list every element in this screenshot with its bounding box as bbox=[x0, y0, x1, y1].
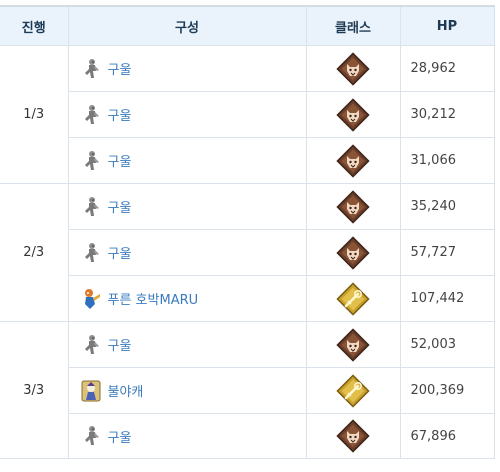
unit-name-link[interactable]: 불야캐 bbox=[108, 381, 144, 400]
wave-label: 1/3 bbox=[0, 45, 69, 184]
table-row: 2/3 구울 35,240 bbox=[0, 183, 495, 322]
ghoul-portrait-icon[interactable] bbox=[81, 104, 101, 126]
header-class: 클래스 bbox=[305, 6, 401, 46]
beast-class-icon bbox=[336, 328, 370, 362]
table-row: 1/3 구울 28,962 bbox=[0, 45, 495, 184]
header-wave: 진행 bbox=[0, 6, 69, 46]
ghoul-portrait-icon[interactable] bbox=[81, 242, 101, 264]
beast-class-icon bbox=[336, 190, 370, 224]
ghoul-portrait-icon[interactable] bbox=[81, 150, 101, 172]
table-row: 3/3 구울 52,003 bbox=[0, 321, 495, 459]
unit-hp: 31,066 bbox=[399, 137, 495, 184]
beast-class-icon bbox=[336, 52, 370, 86]
unit-hp: 28,962 bbox=[399, 45, 495, 92]
ghoul-portrait-icon[interactable] bbox=[81, 196, 101, 218]
table-row: 불야캐 200,369 bbox=[0, 367, 495, 414]
wave-label: 3/3 bbox=[0, 321, 69, 459]
unit-hp: 107,442 bbox=[399, 275, 495, 322]
beast-class-icon bbox=[336, 98, 370, 132]
table-row: 구울 31,066 bbox=[0, 137, 495, 184]
caster-class-icon bbox=[336, 282, 370, 316]
caster-class-icon bbox=[336, 374, 370, 408]
buryacae-portrait-icon[interactable] bbox=[81, 380, 101, 402]
enemy-wave-table: 진행 구성 클래스 HP 1/3 구울 28,962 구울 30,212 구울 … bbox=[0, 5, 495, 459]
unit-hp: 67,896 bbox=[399, 413, 495, 459]
ghoul-portrait-icon[interactable] bbox=[81, 334, 101, 356]
unit-hp: 57,727 bbox=[399, 229, 495, 276]
unit-hp: 35,240 bbox=[399, 183, 495, 230]
table-header-row: 진행 구성 클래스 HP bbox=[0, 6, 495, 46]
table-row: 구울 67,896 bbox=[0, 413, 495, 459]
maru-portrait-icon[interactable] bbox=[81, 288, 101, 310]
unit-name-link[interactable]: 구울 bbox=[108, 197, 132, 216]
beast-class-icon bbox=[336, 419, 370, 453]
table-row: 구울 30,212 bbox=[0, 91, 495, 138]
unit-name-link[interactable]: 구울 bbox=[108, 335, 132, 354]
unit-name-link[interactable]: 푸른 호박MARU bbox=[108, 289, 199, 308]
unit-name-link[interactable]: 구울 bbox=[108, 105, 132, 124]
header-composition: 구성 bbox=[67, 6, 307, 46]
unit-hp: 200,369 bbox=[399, 367, 495, 414]
unit-name-link[interactable]: 구울 bbox=[108, 243, 132, 262]
unit-name-link[interactable]: 구울 bbox=[108, 151, 132, 170]
beast-class-icon bbox=[336, 236, 370, 270]
header-hp: HP bbox=[399, 6, 495, 46]
unit-hp: 30,212 bbox=[399, 91, 495, 138]
ghoul-portrait-icon[interactable] bbox=[81, 425, 101, 447]
table-row: 푸른 호박MARU 107,442 bbox=[0, 275, 495, 322]
unit-name-link[interactable]: 구울 bbox=[108, 427, 132, 446]
beast-class-icon bbox=[336, 144, 370, 178]
unit-hp: 52,003 bbox=[399, 321, 495, 368]
table-row: 구울 57,727 bbox=[0, 229, 495, 276]
unit-name-link[interactable]: 구울 bbox=[108, 59, 132, 78]
ghoul-portrait-icon[interactable] bbox=[81, 58, 101, 80]
wave-label: 2/3 bbox=[0, 183, 69, 322]
